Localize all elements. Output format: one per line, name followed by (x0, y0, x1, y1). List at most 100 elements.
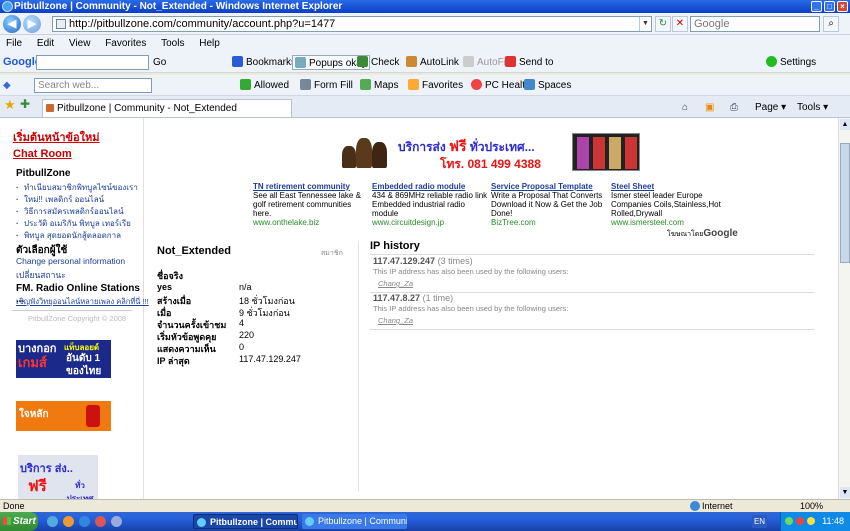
quicklaunch-firefox-icon[interactable] (63, 516, 74, 527)
zoom-level[interactable]: 100% (800, 500, 823, 512)
menu-favorites[interactable]: Favorites (99, 35, 152, 52)
windows-flag-icon (3, 517, 11, 525)
health-icon (471, 79, 482, 90)
ad-link-2[interactable]: Embedded radio module 434 & 869MHz reliab… (372, 182, 488, 227)
scroll-thumb[interactable] (840, 143, 850, 263)
google-search-input[interactable] (36, 55, 149, 70)
ad-link-1[interactable]: TN retirement community See all East Tenn… (253, 182, 369, 227)
menu-file[interactable]: File (0, 35, 28, 52)
quicklaunch-ie-icon[interactable] (79, 516, 90, 527)
menu-tools[interactable]: Tools (155, 35, 190, 52)
address-url: http://pitbullzone.com/community/account… (69, 18, 336, 30)
search-icon[interactable]: ⌕ (823, 16, 839, 32)
page-menu-button[interactable]: Page ▾ (755, 100, 786, 115)
menu-view[interactable]: View (63, 35, 97, 52)
task-button-2[interactable]: Pitbullzone | Community ... (302, 514, 407, 529)
radio-link[interactable]: เชิญฟังวิทยุออนไลน์หลายเพลง คลิกที่นี่ !… (16, 296, 149, 308)
forward-button[interactable]: ▶ (23, 15, 41, 33)
menu-help[interactable]: Help (193, 35, 226, 52)
back-button[interactable]: ◀ (3, 15, 21, 33)
tray-volume-icon[interactable] (807, 517, 815, 525)
formfill-button[interactable]: Form Fill (300, 78, 353, 93)
favorites-center-icon[interactable]: ★ (4, 97, 16, 112)
ad-drink[interactable]: ใจหลัก (16, 401, 111, 431)
sidebar: เริ่มต้นหน้าข้อใหม่ Chat Room PitbullZon… (0, 118, 149, 499)
ad-link-3[interactable]: Service Proposal Template Write a Proposa… (491, 182, 607, 227)
address-bar[interactable]: http://pitbullzone.com/community/account… (52, 16, 652, 32)
tab-current[interactable]: Pitbullzone | Community - Not_Extended (42, 99, 292, 117)
home-icon[interactable]: ⌂ (682, 100, 688, 115)
tools-menu-button[interactable]: Tools ▾ (797, 100, 828, 115)
dogs-image (340, 132, 390, 172)
refresh-icon[interactable]: ↻ (655, 16, 671, 32)
scroll-down-icon[interactable]: ▼ (840, 487, 850, 498)
autofill-icon (463, 56, 474, 67)
ip-entry-2-address: 117.47.8.27 (1 time) (373, 293, 454, 303)
map-icon (360, 79, 371, 90)
profile-label-0: yes (157, 282, 173, 292)
quicklaunch-media-icon[interactable] (95, 516, 106, 527)
ip-history-rule (370, 254, 814, 255)
form-icon (300, 79, 311, 90)
quicklaunch-extra-icon[interactable] (111, 516, 122, 527)
pchealth-button[interactable]: PC Health (471, 78, 531, 93)
menu-edit[interactable]: Edit (31, 35, 60, 52)
sendto-button[interactable]: Send to (505, 55, 553, 70)
popup-icon (295, 57, 306, 68)
language-indicator[interactable]: EN (752, 515, 767, 528)
favicon-icon (46, 104, 54, 112)
allowed-button[interactable]: Allowed (240, 78, 289, 93)
address-dropdown-icon[interactable]: ▼ (639, 17, 651, 31)
profile-value-6: 117.47.129.247 (239, 354, 301, 364)
search-input[interactable]: Google (690, 16, 820, 32)
quicklaunch-desktop-icon[interactable] (47, 516, 58, 527)
vertical-scrollbar[interactable]: ▲ ▼ (838, 118, 850, 499)
bookmarks-button[interactable]: Bookmarks (232, 55, 296, 70)
minimize-icon[interactable]: _ (811, 1, 822, 12)
ad-free-shipping[interactable]: บริการ ส่ง.. ฟรี ทั่วประเทศ (18, 455, 98, 499)
home-link[interactable]: เริ่มต้นหน้าข้อใหม่ (13, 128, 100, 146)
close-icon[interactable]: × (837, 1, 848, 12)
ip-entry-1-user[interactable]: Chang_Za (378, 279, 811, 288)
google-go-button[interactable]: Go (153, 55, 166, 70)
profile-value-3: 4 (239, 318, 245, 328)
favorites-button[interactable]: Favorites (408, 78, 463, 93)
ip-entry-2-user[interactable]: Chang_Za (378, 316, 811, 325)
print-icon[interactable]: ⎙ (730, 100, 738, 115)
spaces-button[interactable]: Spaces (524, 78, 571, 93)
scroll-up-icon[interactable]: ▲ (840, 119, 850, 130)
start-button[interactable]: Start (0, 512, 38, 531)
feeds-icon[interactable]: ▣ (705, 100, 714, 115)
zone-text: Internet (702, 501, 733, 511)
change-status-link[interactable]: เปลี่ยนสถานะ (16, 268, 66, 282)
status-text: Done (3, 501, 25, 511)
settings-button[interactable]: Settings (766, 55, 816, 70)
tray-network-icon[interactable] (785, 517, 793, 525)
ip-entry-2: 117.47.8.27 (1 time) This IP address has… (370, 293, 814, 330)
profile-label-6: IP ล่าสุด (157, 356, 190, 366)
tab-row: ★ ✚ Pitbullzone | Community - Not_Extend… (0, 96, 850, 118)
page-icon (56, 19, 66, 29)
menu-bar: File Edit View Favorites Tools Help (0, 35, 850, 52)
ad-link-4[interactable]: Steel Sheet Ismer steel leader Europe Com… (611, 182, 727, 227)
maps-button[interactable]: Maps (360, 78, 398, 93)
maximize-icon[interactable]: □ (824, 1, 835, 12)
change-info-link[interactable]: Change personal information (16, 256, 125, 266)
window-title: Pitbullzone | Community - Not_Extended -… (14, 1, 343, 12)
sidebar-item-fighter[interactable]: · พิทบูล สุดยอดนักสู้ตลอดกาล (16, 229, 121, 242)
chat-room-link[interactable]: Chat Room (13, 148, 72, 160)
profile-username: Not_Extended (157, 245, 231, 257)
add-favorite-icon[interactable]: ✚ (20, 97, 30, 112)
stop-icon[interactable]: ✕ (672, 16, 688, 32)
ad-bangkok-games[interactable]: บางกอก เกมส์ แท็บลอยด์ อันดับ 1 ของไทย (16, 340, 111, 378)
ip-entry-1: 117.47.129.247 (3 times) This IP address… (370, 256, 814, 293)
page-content: เริ่มต้นหน้าข้อใหม่ Chat Room PitbullZon… (0, 118, 838, 499)
autolink-button[interactable]: AutoLink (406, 55, 459, 70)
task-button-1[interactable]: Pitbullzone | Commu... (193, 514, 298, 529)
profile-value-4: 220 (239, 330, 255, 340)
web-search-input[interactable]: Search web... (34, 78, 152, 93)
ads-by-google[interactable]: โฆษณาโดยGoogle (667, 228, 738, 240)
check-button[interactable]: Check (357, 55, 399, 70)
autofill-button[interactable]: AutoFill (463, 55, 510, 70)
tray-antivirus-icon[interactable] (796, 517, 804, 525)
